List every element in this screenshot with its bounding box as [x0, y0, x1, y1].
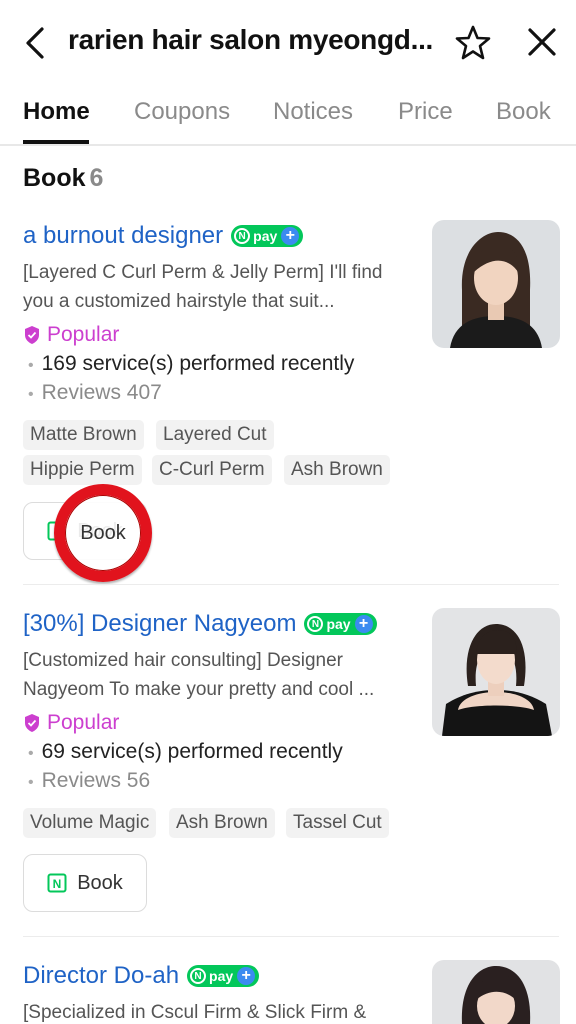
designer-name: a burnout designer	[23, 222, 224, 249]
popular-badge: Popular	[23, 323, 119, 347]
npay-label: pay	[253, 228, 278, 244]
designer-description: [Specialized in Cscul Firm & Slick Firm …	[23, 1002, 367, 1023]
back-arrow-icon[interactable]	[22, 26, 52, 60]
plus-icon: +	[281, 227, 300, 245]
service-count-text: 69 service(s) performed recently	[41, 740, 343, 763]
popular-label: Popular	[47, 711, 120, 734]
tab-notices[interactable]: Notices	[273, 98, 353, 126]
designer-name-link[interactable]: [30%] Designer Nagyeom Npay +	[23, 610, 377, 638]
npay-label: pay	[326, 616, 351, 632]
service-count: • 169 service(s) performed recently	[28, 352, 355, 375]
tab-coupons[interactable]: Coupons	[134, 98, 230, 126]
shield-icon	[25, 714, 39, 732]
review-count: • Reviews 407	[28, 381, 162, 404]
npay-badge: Npay +	[187, 965, 260, 987]
svg-text:N: N	[53, 877, 62, 891]
style-tag: Hippie Perm	[23, 455, 142, 485]
plus-icon: +	[237, 967, 256, 985]
shield-icon	[25, 326, 39, 344]
book-button-label: Book	[77, 871, 123, 894]
click-indicator-label: Book	[80, 521, 126, 544]
style-tag: Matte Brown	[23, 420, 144, 450]
review-count: • Reviews 56	[28, 769, 151, 792]
service-count: • 69 service(s) performed recently	[28, 740, 343, 763]
click-indicator: Book	[54, 484, 152, 582]
top-bar: rarien hair salon myeongd...	[0, 0, 576, 84]
section-count: 6	[89, 164, 104, 192]
naver-n-icon: N	[234, 228, 251, 244]
designer-description: [Customized hair consulting] Designer Na…	[23, 650, 375, 700]
naver-calendar-icon: N	[47, 873, 67, 893]
page-title: rarien hair salon myeongd...	[68, 24, 434, 55]
designer-name: Director Do-ah	[23, 962, 180, 989]
style-tag: C-Curl Perm	[152, 455, 272, 485]
favorite-star-icon[interactable]	[454, 24, 492, 62]
naver-n-icon: N	[307, 616, 324, 632]
service-count-text: 169 service(s) performed recently	[41, 352, 355, 375]
style-tag: Tassel Cut	[286, 808, 389, 838]
divider	[23, 936, 559, 937]
style-tag: Ash Brown	[284, 455, 390, 485]
review-count-text: Reviews 407	[41, 381, 162, 404]
book-button[interactable]: N Book	[23, 854, 147, 912]
popular-label: Popular	[47, 323, 120, 346]
designer-name-link[interactable]: Director Do-ah Npay +	[23, 962, 260, 990]
active-tab-indicator	[23, 140, 89, 144]
designer-photo[interactable]	[432, 608, 560, 736]
designer-description: [Layered C Curl Perm & Jelly Perm] I'll …	[23, 262, 383, 312]
npay-badge: Npay +	[304, 613, 377, 635]
section-title-label: Book	[23, 164, 86, 192]
tab-home[interactable]: Home	[23, 98, 90, 126]
style-tag: Ash Brown	[169, 808, 275, 838]
style-tag: Layered Cut	[156, 420, 274, 450]
designer-photo[interactable]	[432, 960, 560, 1024]
style-tag: Volume Magic	[23, 808, 157, 838]
designer-name: [30%] Designer Nagyeom	[23, 610, 297, 637]
npay-label: pay	[209, 968, 234, 984]
divider	[23, 584, 559, 585]
designer-name-link[interactable]: a burnout designer Npay +	[23, 222, 304, 250]
section-title: Book 6	[23, 164, 103, 193]
plus-icon: +	[354, 615, 373, 633]
npay-badge: Npay +	[231, 225, 304, 247]
tab-book[interactable]: Book	[496, 98, 551, 126]
designer-photo[interactable]	[432, 220, 560, 348]
tab-price[interactable]: Price	[398, 98, 453, 126]
tab-bar: Home Coupons Notices Price Book	[0, 84, 576, 146]
naver-n-icon: N	[190, 968, 207, 984]
popular-badge: Popular	[23, 711, 119, 735]
close-icon[interactable]	[526, 26, 558, 58]
review-count-text: Reviews 56	[41, 769, 151, 792]
